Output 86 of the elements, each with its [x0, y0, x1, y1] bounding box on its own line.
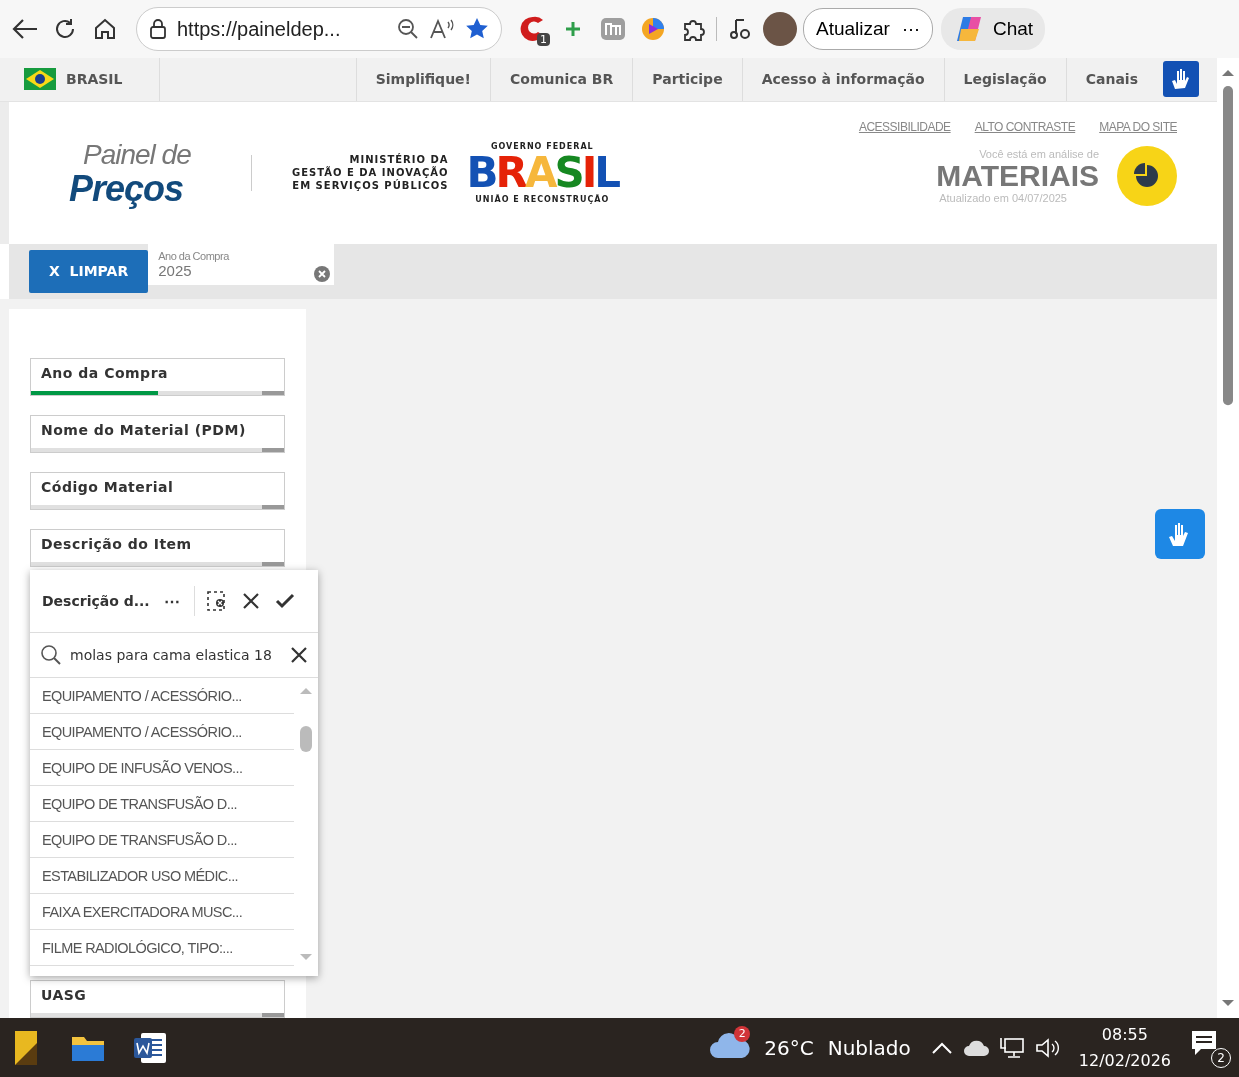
- updated-text: Atualizado em 04/07/2025: [939, 191, 1067, 204]
- plus-icon[interactable]: [563, 19, 583, 39]
- accessibility-button[interactable]: [1155, 509, 1205, 559]
- clock-time[interactable]: 08:55: [1101, 1021, 1148, 1048]
- update-button[interactable]: Atualizar ⋯: [803, 8, 933, 50]
- star-icon[interactable]: [465, 17, 489, 41]
- chevron-up-icon[interactable]: [930, 1040, 953, 1055]
- filter-label: UASG: [40, 986, 88, 1005]
- gov-brand-text: BRASIL: [466, 150, 619, 195]
- zoom-out-icon[interactable]: [397, 18, 419, 40]
- filter-pane[interactable]: Ano da Compra: [30, 358, 285, 396]
- home-icon[interactable]: [93, 17, 117, 41]
- cloud-icon[interactable]: [962, 1038, 989, 1057]
- filter-label: Ano da Compra: [40, 364, 169, 383]
- analysis-value: MATERIAIS: [936, 159, 1099, 192]
- pie-chart-icon: [1133, 161, 1161, 190]
- music-note-icon[interactable]: [728, 17, 752, 41]
- ministry-text: GESTÃO E DA INOVAÇÃO: [292, 166, 449, 180]
- colorful-circle-icon[interactable]: [641, 17, 665, 41]
- cloud-icon: [710, 1031, 751, 1058]
- nav-link[interactable]: Acesso à informação: [741, 58, 944, 101]
- popup-title: Descrição d...: [42, 593, 150, 609]
- nav-link[interactable]: Canais: [1065, 58, 1157, 101]
- search-icon: [40, 644, 62, 666]
- chip-value: 2025: [158, 261, 193, 279]
- nav-link[interactable]: Participe: [632, 58, 742, 101]
- chat-button[interactable]: Chat: [940, 8, 1046, 50]
- header-link[interactable]: ALTO CONTRASTE: [974, 119, 1076, 134]
- filter-label: Código Material: [40, 478, 175, 497]
- filter-pane[interactable]: UASG: [30, 980, 285, 1018]
- weather-text[interactable]: Nublado: [827, 1035, 911, 1060]
- document-app-icon[interactable]: [133, 1031, 167, 1064]
- avatar-icon[interactable]: [763, 12, 797, 46]
- list-item[interactable]: EQUIPO DE INFUSÃO VENOS...: [30, 750, 294, 786]
- volume-icon[interactable]: [1034, 1036, 1061, 1059]
- filter-pane[interactable]: Código Material: [30, 472, 285, 510]
- list-item[interactable]: ESTABILIZADOR USO MÉDIC...: [30, 858, 294, 894]
- header-link[interactable]: MAPA DO SITE: [1099, 119, 1177, 134]
- clear-button[interactable]: X LIMPAR: [29, 249, 149, 293]
- chip-label: Ano da Compra: [158, 249, 231, 262]
- ministry-text: EM SERVIÇOS PÚBLICOS: [292, 179, 449, 193]
- filter-pane[interactable]: Nome do Material (PDM): [30, 415, 285, 453]
- list-item[interactable]: EQUIPO DE TRANSFUSÃO D...: [30, 822, 294, 858]
- filter-label: Nome do Material (PDM): [40, 421, 247, 440]
- refresh-icon[interactable]: [53, 17, 77, 41]
- start-icon[interactable]: [15, 1030, 37, 1065]
- gov-text: UNIÃO E RECONSTRUÇÃO: [475, 194, 610, 204]
- flag-icon: [24, 68, 56, 91]
- network-icon[interactable]: [998, 1035, 1025, 1060]
- ministry-text: MINISTÉRIO DA: [349, 153, 449, 166]
- nav-link[interactable]: Legislação: [943, 58, 1066, 101]
- header-link[interactable]: ACESSIBILIDADE: [858, 119, 951, 134]
- nav-link[interactable]: Simplifique!: [355, 58, 490, 101]
- address-bar[interactable]: https://paineldep...: [136, 7, 502, 51]
- nav-link[interactable]: Comunica BR: [490, 58, 633, 101]
- read-aloud-icon[interactable]: [429, 18, 455, 40]
- search-field[interactable]: molas para cama elastica 18: [70, 647, 282, 663]
- close-icon[interactable]: [241, 592, 260, 610]
- temperature-text[interactable]: 26°C: [764, 1035, 814, 1060]
- m-extension-icon[interactable]: [600, 17, 626, 41]
- filter-label: Descrição do Item: [40, 535, 193, 554]
- clear-search-icon[interactable]: [290, 646, 308, 664]
- list-item[interactable]: EQUIPO DE TRANSFUSÃO D...: [30, 786, 294, 822]
- url-text: https://paineldep...: [177, 17, 342, 41]
- country-label[interactable]: BRASIL: [66, 71, 123, 88]
- logo-text: Painel de: [82, 138, 192, 171]
- list-item[interactable]: EQUIPAMENTO / ACESSÓRIO...: [30, 678, 294, 714]
- filter-pane[interactable]: Descrição do Item: [30, 529, 285, 567]
- analysis-label: Você está em análise de: [979, 147, 1099, 160]
- list-item[interactable]: FAIXA EXERCITADORA MUSC...: [30, 894, 294, 930]
- notification-badge: 2: [1211, 1047, 1231, 1068]
- more-menu-text[interactable]: ⋯: [901, 18, 920, 40]
- logo-text: Preços: [68, 170, 185, 207]
- weather-badge: 2: [734, 1025, 751, 1042]
- selection-chip[interactable]: Ano da Compra 2025: [148, 243, 335, 285]
- back-icon[interactable]: [12, 18, 38, 40]
- gov-text: GOVERNO FEDERAL: [490, 141, 594, 151]
- check-icon[interactable]: [274, 593, 295, 609]
- selection-tool-icon[interactable]: [205, 590, 228, 612]
- clear-icon[interactable]: [314, 266, 331, 283]
- list-item[interactable]: EQUIPAMENTO / ACESSÓRIO...: [30, 714, 294, 750]
- clock-date[interactable]: 12/02/2026: [1078, 1047, 1171, 1074]
- lock-icon: [149, 19, 167, 39]
- more-button[interactable]: ⋯: [159, 591, 184, 611]
- extension-badge: 1: [537, 33, 550, 46]
- list-item[interactable]: FILME RADIOLÓGICO, TIPO:...: [30, 930, 294, 966]
